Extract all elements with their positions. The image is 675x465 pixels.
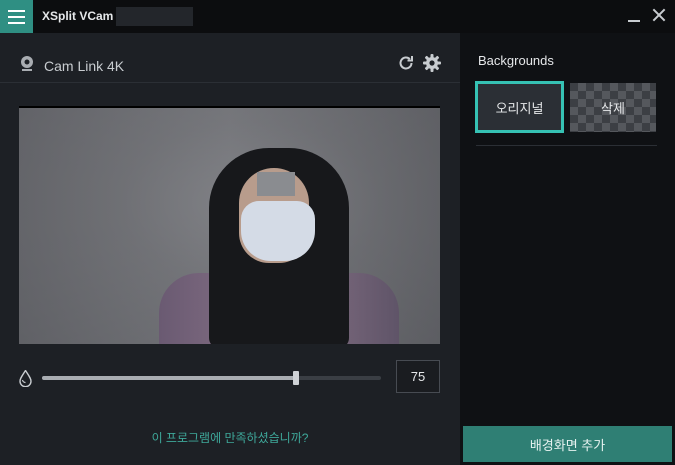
minimize-icon[interactable] [628, 8, 640, 22]
face-redaction [257, 172, 295, 196]
webcam-icon [21, 56, 33, 71]
refresh-icon[interactable] [397, 54, 415, 72]
blur-slider-row: 75 [0, 359, 460, 399]
close-icon[interactable] [652, 8, 666, 22]
backgrounds-panel: Backgrounds 오리지널 삭제 배경화면 추가 [460, 33, 675, 465]
camera-panel: Cam Link 4K 75 이 프로그램에 만족하셨습니까? [0, 33, 460, 465]
title-bar: XSplit VCam - [0, 0, 675, 33]
droplet-icon [19, 370, 32, 387]
title-redaction [116, 7, 193, 26]
feedback-link[interactable]: 이 프로그램에 만족하셨습니까? [0, 429, 460, 446]
background-original-button[interactable]: 오리지널 [475, 81, 564, 133]
hamburger-menu-icon[interactable] [0, 0, 33, 33]
blur-slider[interactable] [42, 371, 381, 385]
slider-thumb[interactable] [293, 371, 300, 385]
app-title: XSplit VCam - [42, 9, 121, 23]
slider-value-input[interactable]: 75 [396, 360, 440, 393]
gear-icon[interactable] [422, 53, 442, 73]
backgrounds-title: Backgrounds [478, 53, 554, 68]
slider-fill [42, 376, 297, 380]
add-background-button[interactable]: 배경화면 추가 [463, 426, 672, 462]
camera-name[interactable]: Cam Link 4K [44, 58, 124, 74]
background-remove-button[interactable]: 삭제 [570, 83, 656, 132]
camera-preview [19, 106, 440, 344]
camera-header: Cam Link 4K [0, 33, 460, 83]
divider [476, 145, 657, 146]
